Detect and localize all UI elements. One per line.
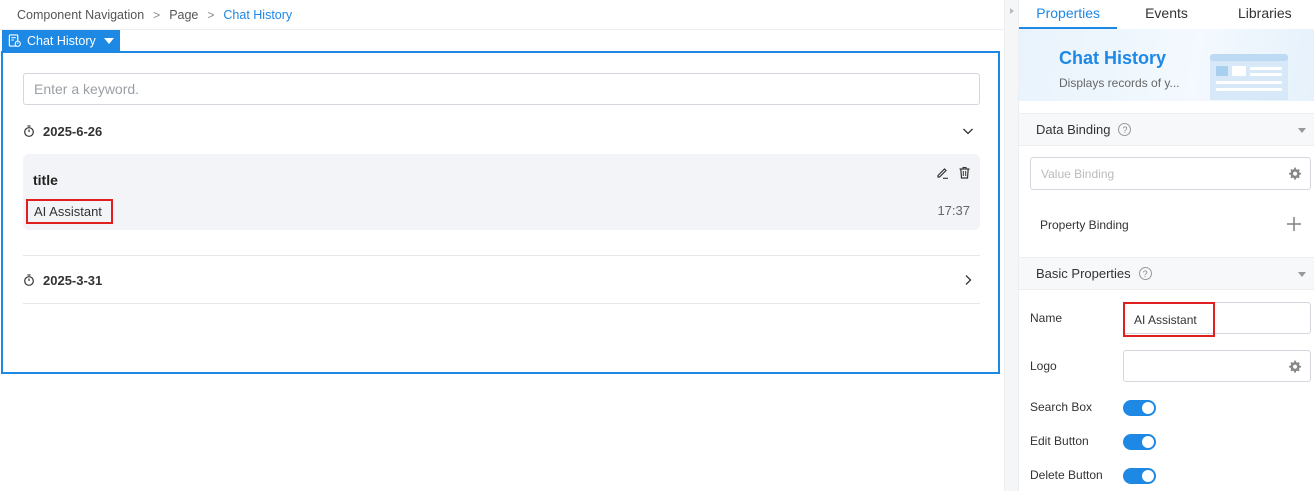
section-title: Basic Properties (1036, 266, 1131, 281)
breadcrumb-separator: > (207, 8, 215, 22)
caret-down-icon[interactable] (103, 37, 114, 44)
date-group-header-1[interactable]: 2025-6-26 (23, 116, 980, 146)
chevron-right-icon[interactable] (962, 274, 974, 286)
record-title: title (33, 172, 58, 188)
collapse-arrow-icon[interactable] (1010, 8, 1014, 14)
group-divider (23, 255, 980, 256)
chat-record-item[interactable]: title AI Assistant 17:37 (23, 154, 980, 230)
chat-history-icon (8, 34, 21, 47)
date-group-header-2[interactable]: 2025-3-31 (23, 265, 980, 295)
edit-button-toggle[interactable] (1123, 434, 1156, 450)
delete-button-label: Delete Button (1030, 468, 1103, 482)
panel-tabs: Properties Events Libraries (1019, 0, 1314, 29)
group-divider (23, 303, 980, 304)
tab-libraries[interactable]: Libraries (1216, 0, 1314, 29)
header-divider (0, 29, 1004, 30)
record-actions (936, 166, 971, 179)
gear-icon[interactable] (1287, 166, 1302, 181)
value-binding-input[interactable]: Value Binding (1030, 157, 1311, 190)
breadcrumb-item-component-navigation[interactable]: Component Navigation (17, 8, 144, 22)
record-subtitle: AI Assistant (26, 199, 113, 224)
group-date: 2025-3-31 (43, 272, 103, 288)
component-hero-banner: Chat History Displays records of y... (1019, 29, 1314, 101)
data-binding-section-header[interactable]: Data Binding ? (1019, 113, 1314, 146)
group-date: 2025-6-26 (43, 123, 103, 139)
hero-title: Chat History (1059, 48, 1167, 68)
help-icon[interactable]: ? (1118, 123, 1132, 136)
tab-events[interactable]: Events (1117, 0, 1215, 29)
plus-icon[interactable] (1285, 215, 1303, 233)
basic-properties-section-header[interactable]: Basic Properties ? (1019, 257, 1314, 290)
edit-button-label: Edit Button (1030, 434, 1089, 448)
search-box-label: Search Box (1030, 400, 1093, 414)
keyword-search-input[interactable] (23, 73, 980, 105)
help-icon[interactable]: ? (1138, 267, 1152, 280)
section-title: Data Binding (1036, 122, 1111, 137)
breadcrumb-item-current: Chat History (223, 8, 293, 22)
stopwatch-icon (24, 274, 34, 286)
logo-field[interactable] (1123, 350, 1311, 382)
delete-icon[interactable] (958, 166, 971, 179)
panel-splitter[interactable] (1004, 0, 1019, 491)
value-binding-placeholder: Value Binding (1041, 166, 1115, 181)
design-canvas: Component Navigation > Page > Chat Histo… (0, 0, 1004, 491)
gear-icon[interactable] (1287, 359, 1302, 374)
logo-label: Logo (1030, 359, 1057, 373)
component-illustration-icon (1210, 54, 1288, 100)
component-selector-tag[interactable]: Chat History (2, 30, 120, 51)
name-label: Name (1030, 311, 1063, 325)
properties-panel: Properties Events Libraries Chat History… (1019, 0, 1314, 491)
stopwatch-icon (24, 125, 34, 137)
breadcrumb-item-page[interactable]: Page (169, 8, 198, 22)
property-binding-label: Property Binding (1040, 218, 1129, 232)
search-box-toggle[interactable] (1123, 400, 1156, 416)
edit-icon[interactable] (936, 166, 949, 179)
chat-history-component[interactable]: 2025-6-26 title AI Assistan (1, 51, 1000, 374)
breadcrumb-separator: > (153, 8, 161, 22)
breadcrumb: Component Navigation > Page > Chat Histo… (17, 6, 292, 24)
collapse-triangle-icon[interactable] (1298, 128, 1306, 133)
component-tag-label: Chat History (27, 33, 96, 48)
tab-properties[interactable]: Properties (1019, 0, 1118, 29)
delete-button-toggle[interactable] (1123, 468, 1156, 484)
hero-description: Displays records of y... (1059, 76, 1180, 90)
collapse-triangle-icon[interactable] (1298, 272, 1306, 277)
record-time: 17:37 (937, 203, 970, 218)
chevron-down-icon[interactable] (962, 125, 974, 137)
name-field-value[interactable]: AI Assistant (1123, 302, 1215, 337)
